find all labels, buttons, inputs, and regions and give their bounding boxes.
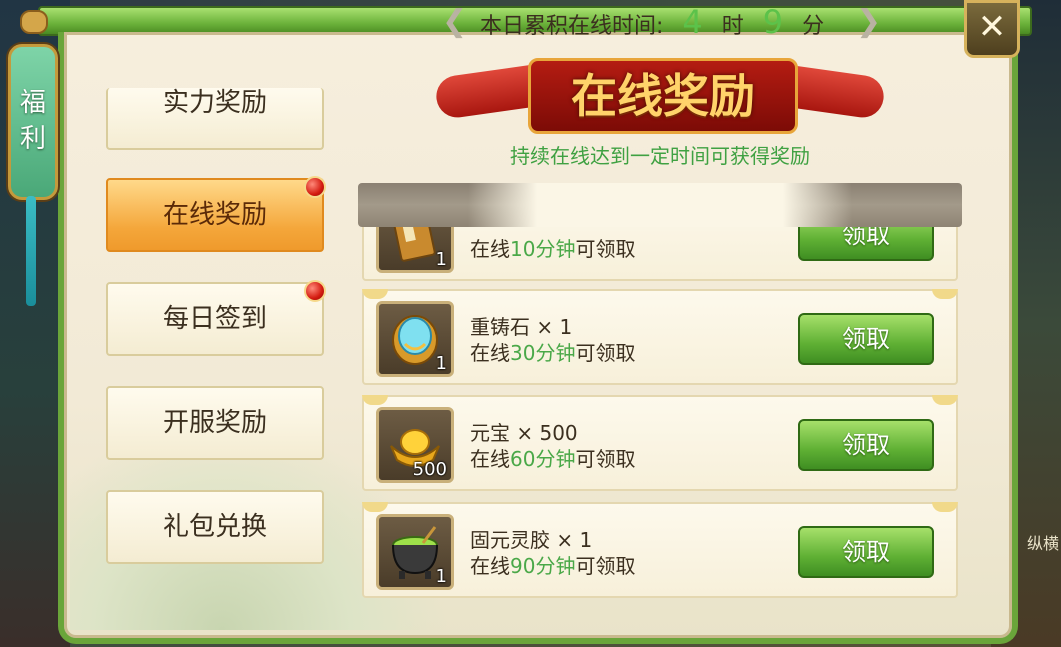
menu-item-label: 礼包兑换 bbox=[162, 512, 267, 542]
cond-suffix: 可领取 bbox=[575, 341, 636, 365]
cond-prefix: 在线 bbox=[470, 341, 510, 365]
reward-condition: 在线90分钟可领取 bbox=[470, 550, 635, 579]
tag-char-1: 福 bbox=[19, 88, 46, 118]
reward-row: 1 重铸石 × 1 在线30分钟可领取 领取 bbox=[362, 289, 958, 385]
tag-char-2: 利 bbox=[19, 124, 46, 154]
menu-item-daily-signin[interactable]: 每日签到 bbox=[106, 280, 326, 356]
reward-count: 1 bbox=[435, 566, 447, 587]
notification-dot bbox=[304, 176, 326, 198]
online-time-readout: 本日累积在线时间: 4 时 9 分 bbox=[480, 0, 824, 44]
tassel-decoration bbox=[26, 196, 36, 306]
hour-unit: 时 bbox=[721, 14, 744, 39]
menu-item-label: 在线奖励 bbox=[162, 200, 267, 230]
cond-suffix: 可领取 bbox=[575, 447, 636, 471]
menu-item-label: 每日签到 bbox=[162, 304, 267, 334]
reward-row: 500 元宝 × 500 在线60分钟可领取 领取 bbox=[362, 395, 958, 491]
menu-item-gift-redeem[interactable]: 礼包兑换 bbox=[106, 490, 324, 564]
chevron-left-icon: ❮ bbox=[442, 4, 468, 39]
reward-condition: 在线10分钟可领取 bbox=[470, 233, 635, 262]
cond-prefix: 在线 bbox=[470, 237, 510, 261]
reward-row: 1 在线10分钟可领取 领取 bbox=[362, 227, 958, 281]
claim-button[interactable]: 领取 bbox=[798, 419, 934, 471]
cond-prefix: 在线 bbox=[470, 554, 510, 578]
menu-item-online-reward[interactable]: 在线奖励 bbox=[106, 176, 326, 252]
page-title: 在线奖励 bbox=[571, 69, 755, 123]
reward-name: 元宝 × 500 bbox=[470, 421, 578, 445]
reward-count: 1 bbox=[435, 249, 447, 270]
reward-name: 重铸石 × 1 bbox=[470, 315, 573, 339]
background-edge-text: 纵横 bbox=[1026, 534, 1059, 553]
cond-suffix: 可领取 bbox=[575, 554, 636, 578]
title-banner: 在线奖励 bbox=[430, 50, 890, 140]
reward-icon-box[interactable]: 1 bbox=[376, 514, 454, 590]
notification-dot bbox=[304, 280, 326, 302]
reward-condition: 在线60分钟可领取 bbox=[470, 443, 635, 472]
reward-icon-box[interactable]: 1 bbox=[376, 301, 454, 377]
reward-icon-box[interactable]: 500 bbox=[376, 407, 454, 483]
reward-count: 500 bbox=[412, 459, 447, 480]
cond-suffix: 可领取 bbox=[575, 237, 636, 261]
cond-time: 10分钟 bbox=[510, 237, 576, 261]
online-time-label: 本日累积在线时间: bbox=[480, 14, 664, 39]
claim-button[interactable]: 领取 bbox=[798, 526, 934, 578]
online-time-bar bbox=[358, 183, 962, 227]
online-hours: 4 bbox=[682, 3, 703, 41]
minute-unit: 分 bbox=[802, 14, 825, 39]
time-bar-highlight bbox=[468, 183, 852, 227]
reward-row: 1 固元灵胶 × 1 在线90分钟可领取 领取 bbox=[362, 502, 958, 598]
menu-item-strength-reward[interactable]: 实力奖励 bbox=[106, 88, 324, 150]
claim-button[interactable]: 领取 bbox=[798, 227, 934, 261]
claim-button[interactable]: 领取 bbox=[798, 313, 934, 365]
reward-condition: 在线30分钟可领取 bbox=[470, 337, 635, 366]
menu-item-label: 开服奖励 bbox=[162, 408, 267, 438]
online-minutes: 9 bbox=[762, 3, 784, 41]
reward-count: 1 bbox=[435, 353, 447, 374]
cond-time: 90分钟 bbox=[510, 554, 576, 578]
cond-time: 30分钟 bbox=[510, 341, 576, 365]
close-icon: ✕ bbox=[977, 7, 1007, 47]
reward-icon-box[interactable]: 1 bbox=[376, 227, 454, 273]
menu-item-server-open-reward[interactable]: 开服奖励 bbox=[106, 386, 324, 460]
reward-list[interactable]: 1 在线10分钟可领取 领取 1 重铸石 × 1 在线30分钟可领取 领取 50… bbox=[360, 227, 960, 612]
reward-name: 固元灵胶 × 1 bbox=[470, 528, 593, 552]
close-button[interactable]: ✕ bbox=[964, 0, 1020, 58]
welfare-tab-tag[interactable]: 福 利 bbox=[8, 44, 58, 200]
cond-prefix: 在线 bbox=[470, 447, 510, 471]
page-subtitle: 持续在线达到一定时间可获得奖励 bbox=[510, 144, 810, 168]
title-plate: 在线奖励 bbox=[528, 58, 798, 134]
menu-item-label: 实力奖励 bbox=[162, 88, 267, 118]
chevron-right-icon: ❯ bbox=[856, 4, 882, 39]
cond-time: 60分钟 bbox=[510, 447, 576, 471]
